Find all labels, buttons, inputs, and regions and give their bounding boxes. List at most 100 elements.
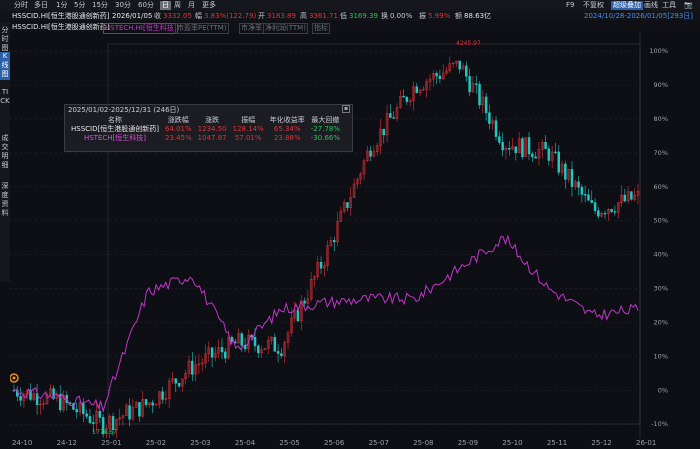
x-tick-label: 25-05: [279, 439, 300, 447]
close-value: 3332.05: [163, 12, 192, 20]
candle-body: [613, 211, 617, 213]
candle-body: [144, 399, 148, 405]
interval-stats-panel: 2025/01/02-2025/12/31 (246日) ▪ 名称 涨跌幅 涨跌…: [64, 104, 353, 152]
x-tick-label: 25-09: [457, 439, 479, 447]
x-tick-label: 25-07: [368, 439, 389, 447]
y-tick-label: 20%: [654, 318, 668, 326]
candle-body: [240, 333, 244, 346]
change-value: 3.83%(122.79): [204, 12, 257, 20]
candle-body: [177, 382, 181, 387]
tab-kline[interactable]: K线图: [0, 52, 10, 80]
series-hsscid[interactable]: HSSCID.HI[恒生港股通创新药]: [12, 23, 110, 32]
crosshair-marker-icon: [10, 373, 19, 383]
flat-value: 0.00%: [390, 12, 413, 20]
y-tick-label: 60%: [654, 183, 668, 191]
candle-body: [319, 261, 323, 269]
period-duori[interactable]: 多日: [34, 1, 48, 10]
table-row: HSTECH[恒生科技] 23.45% 1047.87 57.01% 23.88…: [68, 134, 343, 143]
open-key: 开: [258, 12, 265, 20]
f9-button[interactable]: F9: [566, 1, 574, 10]
period-fenshi[interactable]: 分时: [14, 1, 28, 10]
candle-body: [597, 210, 600, 217]
candle-body: [580, 186, 584, 195]
period-day[interactable]: 日: [160, 1, 171, 10]
candle-body: [88, 416, 92, 423]
candle-body: [531, 153, 534, 158]
candle-body: [590, 200, 594, 203]
period-toolbar: 分时 多日 1分 5分 15分 30分 60分 日 周 月 更多 F9 不复权 …: [0, 0, 700, 11]
period-30min[interactable]: 30分: [115, 1, 131, 10]
candle-body: [465, 65, 468, 77]
candle-body: [438, 75, 442, 80]
candle-body: [346, 202, 349, 208]
candle-body: [138, 402, 141, 417]
x-axis: 24-10 24-12 25-01 25-02 25-03 25-04 25-05 25-06…: [0, 438, 700, 449]
y-tick-label: 40%: [654, 251, 668, 259]
col-dd: 最大回撤: [311, 116, 340, 124]
y-tick-label: 70%: [654, 149, 668, 157]
y-tick-label: 90%: [654, 81, 668, 89]
close-icon[interactable]: ▪: [342, 105, 350, 113]
overlay-button[interactable]: 超级叠加: [611, 1, 643, 10]
candle-body: [273, 337, 277, 352]
tab-timeshare[interactable]: 分时图: [0, 26, 10, 52]
period-month[interactable]: 月: [188, 1, 195, 10]
tools-button[interactable]: 工具: [662, 1, 676, 10]
period-60min[interactable]: 60分: [138, 1, 154, 10]
adjust-select[interactable]: 不复权: [583, 1, 604, 10]
candle-body: [583, 194, 587, 196]
candle-body: [498, 136, 501, 143]
series-bar: HSSCID.HI[恒生港股通创新药] HSTECH.HI[恒生科技] 市盈率P…: [0, 22, 700, 34]
row-dd: -27.78%: [310, 125, 340, 133]
close-key: 收: [154, 12, 161, 20]
row-name: HSTECH[恒生科技]: [83, 134, 146, 142]
hstech-line: [13, 234, 639, 414]
period-more[interactable]: 更多: [202, 1, 216, 10]
period-5min[interactable]: 5分: [74, 1, 85, 10]
amp-key: 振: [419, 12, 426, 20]
tab-tick[interactable]: TICK: [0, 88, 10, 124]
row-amp: 57.01%: [234, 134, 262, 142]
col-ann: 年化收益率: [269, 116, 305, 124]
candle-body: [603, 213, 607, 215]
x-tick-label: 26-01: [636, 439, 657, 447]
candle-body: [333, 240, 336, 243]
row-chg: 64.01%: [164, 125, 192, 133]
camera-icon[interactable]: 📷: [684, 1, 693, 10]
stats-title: 2025/01/02-2025/12/31 (246日): [68, 106, 180, 114]
candle-body: [514, 146, 518, 154]
kline-chart[interactable]: 100% 90% 80% 70% 60% 50% 40% 30% 20% 10% 0% -10% 42…: [10, 33, 700, 438]
row-dd: -30.66%: [310, 134, 340, 142]
period-1min[interactable]: 1分: [56, 1, 67, 10]
candle-body: [296, 309, 300, 321]
x-tick-label: 25-10: [502, 439, 523, 447]
y-tick-label: 50%: [654, 217, 668, 225]
candle-body: [382, 128, 386, 136]
high-value: 3361.71: [309, 12, 338, 20]
candle-body: [521, 138, 524, 157]
candle-body: [111, 416, 115, 430]
high-key: 高: [300, 12, 307, 20]
ticker-label: HSSCID.HI[恒生港股通创新药]: [12, 12, 110, 20]
candle-body: [280, 353, 283, 357]
candle-body: [527, 137, 531, 155]
tab-depth[interactable]: 深度资料: [0, 182, 10, 218]
period-15min[interactable]: 15分: [92, 1, 108, 10]
candle-body: [554, 151, 557, 153]
candle-body: [91, 422, 95, 424]
col-name: 名称: [107, 116, 122, 124]
period-week[interactable]: 周: [174, 1, 181, 10]
candle-body: [547, 148, 551, 161]
candle-body: [75, 409, 78, 413]
row-amp: 128.14%: [232, 125, 264, 133]
candle-body: [593, 202, 597, 211]
x-tick-label: 25-03: [190, 439, 211, 447]
candle-body: [587, 194, 590, 201]
draw-button[interactable]: 画线: [644, 1, 658, 10]
tab-trades[interactable]: 成交明细: [0, 134, 10, 170]
col-chg: 涨跌幅: [167, 116, 189, 124]
row-abs: 1234.50: [197, 125, 227, 133]
date-range[interactable]: 2024/10/28-2026/01/05[293日]: [584, 12, 693, 20]
candle-body: [570, 169, 574, 187]
x-tick-label: 25-08: [413, 439, 434, 447]
